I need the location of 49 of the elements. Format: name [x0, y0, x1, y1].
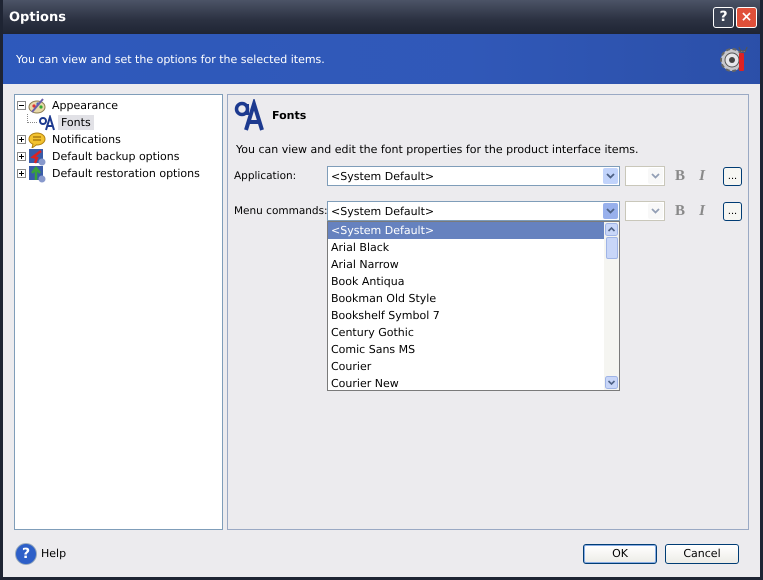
scrollbar[interactable] [604, 222, 619, 390]
expand-icon[interactable] [17, 169, 26, 178]
scroll-thumb[interactable] [606, 237, 618, 259]
expand-icon[interactable] [17, 135, 26, 144]
tree-item[interactable]: Default restoration options [49, 166, 203, 181]
scroll-up-icon[interactable] [605, 223, 618, 236]
help-link[interactable]: Help [41, 547, 66, 560]
dropdown-option[interactable]: Courier New [328, 375, 604, 392]
caret-icon[interactable] [603, 168, 618, 184]
font-dropdown[interactable]: <System Default> [327, 166, 620, 186]
window-title: Options [9, 10, 66, 24]
caret-icon[interactable] [648, 168, 663, 184]
dropdown-option[interactable]: <System Default> [328, 222, 604, 239]
dialog-button[interactable]: OK [583, 544, 657, 564]
dropdown-option[interactable]: Arial Narrow [328, 256, 604, 273]
font-letters-icon [234, 99, 266, 131]
dropdown-option[interactable]: Century Gothic [328, 324, 604, 341]
field-label: Application: [234, 170, 298, 182]
caret-icon[interactable] [603, 203, 618, 219]
font-letters-icon [39, 114, 55, 130]
scroll-down-icon[interactable] [605, 376, 618, 389]
dropdown-option[interactable]: Book Antiqua [328, 273, 604, 290]
more-button[interactable]: ... [723, 202, 742, 220]
dropdown-option[interactable]: Bookman Old Style [328, 290, 604, 307]
more-button[interactable]: ... [723, 166, 742, 186]
header-text: You can view and set the options for the selected items. [16, 52, 325, 66]
close-button[interactable]: × [736, 6, 757, 28]
palette-icon [28, 98, 46, 114]
caret-icon[interactable] [648, 203, 663, 219]
tree-item[interactable]: Appearance [49, 98, 122, 113]
help-icon[interactable]: ? [15, 542, 37, 564]
size-dropdown[interactable] [625, 201, 665, 221]
dropdown-option[interactable]: Comic Sans MS [328, 341, 604, 358]
tree-connector [27, 114, 37, 123]
tree-item[interactable]: Notifications [49, 132, 124, 147]
field-label: Menu commands: [234, 205, 327, 217]
tree-item[interactable]: Fonts [58, 115, 94, 130]
collapse-icon[interactable] [17, 101, 26, 110]
dropdown-option[interactable]: Courier [328, 358, 604, 375]
tree-item[interactable]: Default backup options [49, 149, 182, 164]
expand-icon[interactable] [17, 152, 26, 161]
help-button[interactable]: ? [713, 6, 734, 28]
dropdown-option[interactable]: Arial Black [328, 239, 604, 256]
panel-description: You can view and edit the font properties for the product interface items. [236, 143, 640, 156]
dialog-button[interactable]: Cancel [665, 544, 739, 564]
dropdown-option[interactable]: Bookshelf Symbol 7 [328, 307, 604, 324]
speech-bubble-icon [28, 132, 46, 148]
panel-title: Fonts [272, 108, 306, 122]
size-dropdown[interactable] [625, 166, 665, 186]
